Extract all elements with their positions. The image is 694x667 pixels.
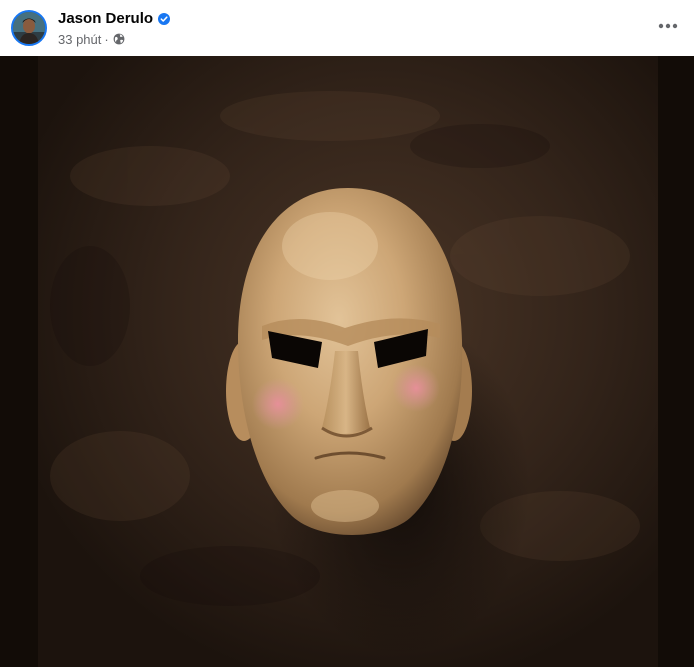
author-name[interactable]: Jason Derulo bbox=[58, 10, 153, 27]
facebook-post: Jason Derulo 33 phút · bbox=[0, 0, 694, 667]
avatar-photo bbox=[13, 12, 45, 44]
post-image[interactable] bbox=[0, 56, 694, 667]
globe-icon[interactable] bbox=[113, 33, 125, 45]
avatar[interactable] bbox=[11, 10, 47, 46]
wooden-mask-photo bbox=[0, 56, 694, 667]
more-options-button[interactable] bbox=[656, 14, 680, 38]
verified-badge-icon bbox=[158, 12, 171, 25]
post-timestamp[interactable]: 33 phút bbox=[58, 32, 101, 47]
post-header: Jason Derulo 33 phút · bbox=[0, 0, 694, 56]
more-options-icon bbox=[658, 23, 678, 29]
meta-separator: · bbox=[104, 31, 109, 47]
post-meta: 33 phút · bbox=[58, 31, 125, 47]
author-line: Jason Derulo bbox=[58, 9, 171, 27]
